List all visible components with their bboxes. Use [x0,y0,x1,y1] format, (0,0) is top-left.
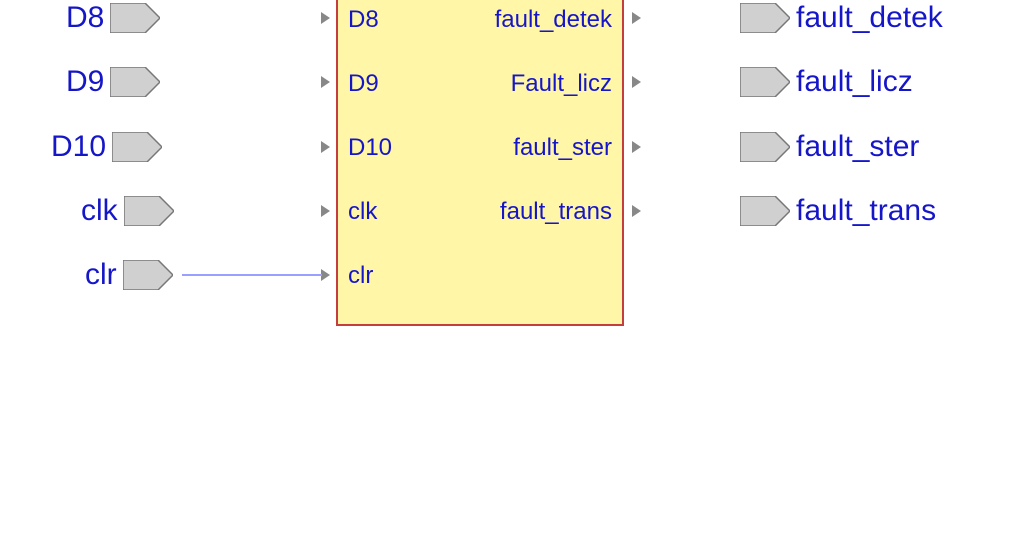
arrow-right-icon [321,76,330,88]
schematic-canvas: D8 D9 D10 clk clr [0,0,1024,559]
arrow-right-icon [632,205,641,217]
output-port-fault-trans[interactable]: fault_trans [740,191,936,231]
pin-label: D10 [348,134,392,162]
arrow-right-icon [321,205,330,217]
arrow-right-icon [321,12,330,24]
wire [182,274,322,276]
arrow-right-icon [321,269,330,281]
port-right-icon [110,67,160,97]
output-label: fault_licz [796,65,913,99]
output-label: fault_trans [796,194,936,228]
port-right-icon [124,196,174,226]
output-port-fault-detek[interactable]: fault_detek [740,0,943,38]
input-port-d8[interactable]: D8 [66,0,160,38]
port-right-icon [740,67,790,97]
pin-label: Fault_licz [511,70,612,98]
pin-label: clk [348,198,377,226]
port-right-icon [112,132,162,162]
input-port-clr[interactable]: clr [85,255,173,295]
pin-label: fault_detek [495,6,612,34]
arrow-right-icon [632,12,641,24]
pin-label: D9 [348,70,379,98]
input-label: clk [81,194,118,228]
pin-label: D8 [348,6,379,34]
input-label: D8 [66,1,104,35]
arrow-right-icon [321,141,330,153]
output-port-fault-licz[interactable]: fault_licz [740,62,913,102]
port-right-icon [740,196,790,226]
arrow-right-icon [632,141,641,153]
output-label: fault_ster [796,130,919,164]
port-right-icon [740,132,790,162]
input-port-d10[interactable]: D10 [51,127,162,167]
arrow-right-icon [632,76,641,88]
input-port-d9[interactable]: D9 [66,62,160,102]
pin-label: clr [348,262,373,290]
pin-label: fault_ster [513,134,612,162]
port-right-icon [740,3,790,33]
input-label: D10 [51,130,106,164]
port-right-icon [123,260,173,290]
component-block[interactable]: D8 D9 D10 clk clr fault_detek Fault_licz… [336,0,624,326]
output-label: fault_detek [796,1,943,35]
pin-label: fault_trans [500,198,612,226]
port-right-icon [110,3,160,33]
input-label: D9 [66,65,104,99]
input-label: clr [85,258,117,292]
input-port-clk[interactable]: clk [81,191,174,231]
output-port-fault-ster[interactable]: fault_ster [740,127,919,167]
